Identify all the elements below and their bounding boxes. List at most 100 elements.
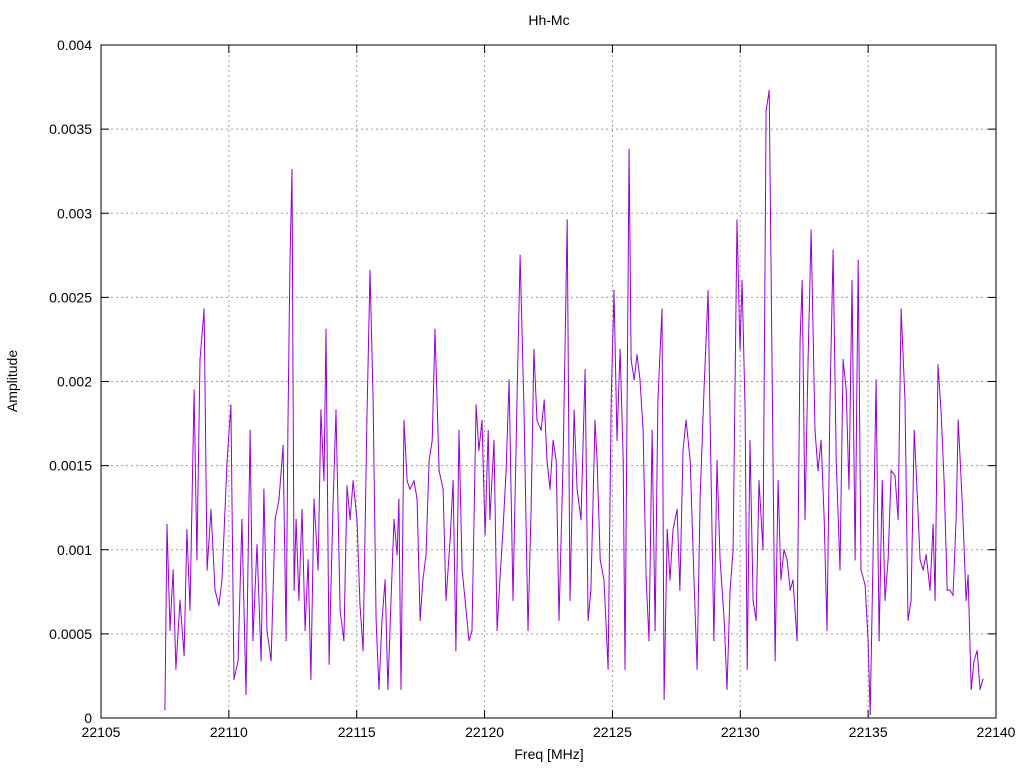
data-point <box>967 574 969 576</box>
data-point <box>630 359 632 361</box>
data-point <box>445 599 447 601</box>
data-point <box>349 518 351 521</box>
data-point <box>713 640 715 642</box>
data-point <box>845 389 847 391</box>
data-point <box>169 629 171 632</box>
x-tick-label: 22140 <box>977 724 1016 740</box>
data-point <box>596 459 598 462</box>
data-point <box>282 444 284 447</box>
data-point <box>172 569 174 571</box>
data-point <box>291 168 293 171</box>
data-point <box>413 480 415 482</box>
data-point <box>645 579 647 581</box>
data-point <box>925 554 927 556</box>
data-point <box>696 668 698 670</box>
data-point <box>210 508 212 510</box>
data-point <box>335 409 337 411</box>
x-tick-label: 22135 <box>849 724 888 740</box>
data-point <box>639 379 641 381</box>
data-point <box>979 688 981 690</box>
data-point <box>922 569 924 571</box>
data-point <box>884 599 886 601</box>
data-point <box>624 668 626 670</box>
data-point <box>965 599 967 601</box>
axis-ticks: 22105 22110 22115 22120 22125 22130 22135 22140… <box>49 37 1016 740</box>
data-point <box>569 599 571 601</box>
y-tick-label: 0.003 <box>57 205 92 221</box>
data-point <box>810 229 812 231</box>
data-point <box>685 419 687 421</box>
data-point <box>669 579 671 581</box>
data-point <box>199 359 201 361</box>
data-point <box>260 660 262 662</box>
data-point <box>842 359 844 361</box>
data-point <box>310 678 312 680</box>
data-point <box>576 488 578 490</box>
data-point <box>317 569 319 571</box>
data-point <box>285 640 287 642</box>
data-point <box>823 518 825 521</box>
data-point <box>328 663 330 665</box>
data-point <box>287 429 289 431</box>
data-point <box>206 569 208 571</box>
data-point <box>214 589 216 591</box>
data-point <box>897 518 899 521</box>
data-point <box>603 579 605 581</box>
data-point <box>732 549 734 551</box>
data-point <box>792 579 794 581</box>
data-point <box>278 498 280 500</box>
data-point <box>932 523 934 526</box>
data-point <box>648 640 650 642</box>
data-point <box>403 419 405 421</box>
data-point <box>375 619 377 622</box>
data-point <box>783 549 785 551</box>
data-point <box>755 619 757 622</box>
data-point <box>484 534 486 536</box>
data-point <box>323 480 325 482</box>
data-point <box>496 629 498 632</box>
data-point <box>193 389 195 391</box>
data-point <box>839 569 841 571</box>
data-point <box>540 429 542 431</box>
data-point <box>325 328 327 330</box>
data-point <box>804 518 806 521</box>
data-point <box>913 429 915 431</box>
data-point <box>471 629 473 632</box>
data-point <box>726 688 728 690</box>
data-point <box>749 439 751 441</box>
data-point <box>976 650 978 652</box>
data-point <box>679 589 681 591</box>
data-point <box>796 640 798 642</box>
data-point <box>346 485 348 487</box>
data-point <box>829 399 831 401</box>
data-point <box>580 518 582 521</box>
data-point <box>982 678 984 680</box>
data-point <box>549 488 551 490</box>
x-tick-label: 22125 <box>593 724 632 740</box>
data-point <box>307 559 309 561</box>
data-point <box>709 419 711 421</box>
data-point <box>736 219 738 221</box>
data-point <box>164 708 166 711</box>
data-point <box>218 604 220 606</box>
data-point <box>442 488 444 490</box>
data-point <box>332 508 334 510</box>
data-point <box>422 579 424 581</box>
data-point <box>175 668 177 670</box>
data-point <box>786 559 788 561</box>
series-group <box>164 89 984 716</box>
y-tick-label: 0.001 <box>57 542 92 558</box>
data-point <box>832 249 834 251</box>
data-point <box>689 459 691 462</box>
data-point <box>666 528 668 531</box>
data-point <box>434 328 436 330</box>
data-point <box>555 459 557 462</box>
data-point <box>274 518 276 521</box>
y-tick-label: 0.004 <box>57 37 92 53</box>
data-point <box>940 409 942 411</box>
data-point <box>826 629 828 632</box>
data-point <box>970 688 972 690</box>
data-point <box>458 429 460 431</box>
grid <box>101 45 996 718</box>
data-point <box>295 518 297 521</box>
